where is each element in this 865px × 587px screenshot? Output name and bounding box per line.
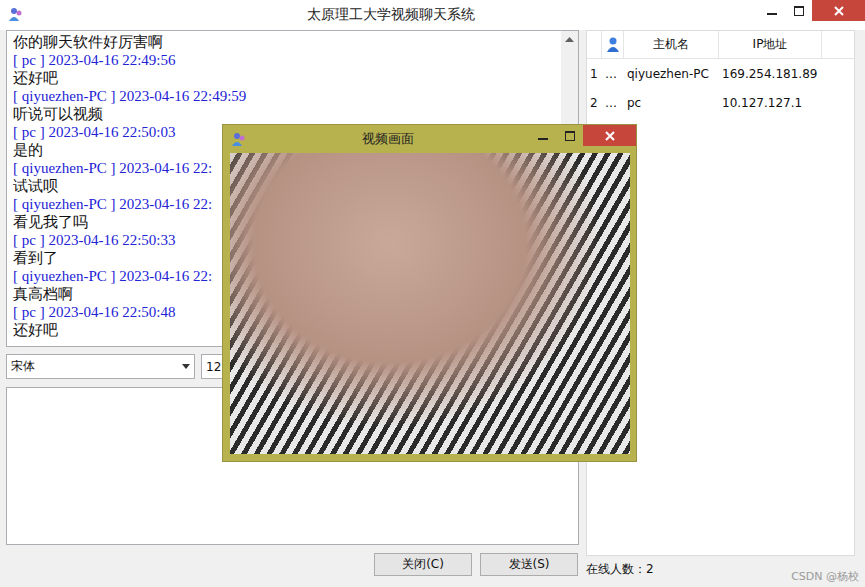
title-bar: 太原理工大学视频聊天系统: [0, 0, 865, 30]
dropdown-arrow-icon: [182, 364, 190, 369]
table-header: 主机名IP地址: [587, 31, 854, 59]
close-icon: [605, 131, 615, 141]
row-index: 1: [587, 67, 602, 81]
user-icon: [605, 36, 621, 52]
message-text: 听说可以视频: [13, 105, 555, 123]
window-controls: [758, 0, 865, 21]
video-window-controls: [529, 125, 636, 146]
host-cell: qiyuezhen-PC: [624, 67, 719, 81]
column-header[interactable]: 主机名: [624, 31, 719, 58]
table-row[interactable]: 1…qiyuezhen-PC169.254.181.89: [587, 59, 854, 88]
video-maximize-button[interactable]: [556, 125, 583, 146]
message-header: [ pc ] 2023-04-16 22:49:56: [13, 51, 555, 69]
host-cell: pc: [624, 96, 719, 110]
row-index: 2: [587, 96, 602, 110]
video-app-icon: [231, 131, 247, 147]
chat-window: 太原理工大学视频聊天系统你的聊天软件好厉害啊[ pc ] 2023-04-16 …: [0, 0, 865, 587]
close-chat-button[interactable]: 关闭(C): [374, 553, 472, 576]
button-row: 关闭(C) 发送(S): [6, 553, 579, 576]
video-title: 视频画面: [247, 125, 529, 148]
close-icon: [834, 6, 844, 16]
table-row[interactable]: 2…pc10.127.127.1: [587, 88, 854, 117]
maximize-icon: [565, 131, 575, 141]
row-mark: …: [602, 96, 624, 110]
send-button[interactable]: 发送(S): [480, 553, 578, 576]
row-mark: …: [602, 67, 624, 81]
ip-cell: 169.254.181.89: [719, 67, 822, 81]
video-window[interactable]: 视频画面: [222, 124, 637, 462]
close-button[interactable]: [812, 0, 865, 21]
maximize-button[interactable]: [785, 0, 812, 21]
font-select[interactable]: 宋体: [6, 354, 195, 379]
scroll-up-icon[interactable]: [565, 35, 574, 44]
minimize-icon: [538, 131, 548, 141]
message-text: 还好吧: [13, 69, 555, 87]
window-title: 太原理工大学视频聊天系统: [24, 0, 758, 24]
video-title-bar: 视频画面: [223, 125, 636, 153]
minimize-icon: [767, 6, 777, 16]
ip-cell: 10.127.127.1: [719, 96, 822, 110]
watermark: CSDN @杨校: [791, 569, 859, 584]
app-icon: [8, 6, 24, 22]
maximize-icon: [794, 6, 804, 16]
video-minimize-button[interactable]: [529, 125, 556, 146]
message-text: 你的聊天软件好厉害啊: [13, 33, 555, 51]
video-close-button[interactable]: [583, 125, 636, 146]
video-frame: [230, 153, 630, 454]
column-header[interactable]: IP地址: [719, 31, 822, 58]
minimize-button[interactable]: [758, 0, 785, 21]
message-header: [ qiyuezhen-PC ] 2023-04-16 22:49:59: [13, 87, 555, 105]
